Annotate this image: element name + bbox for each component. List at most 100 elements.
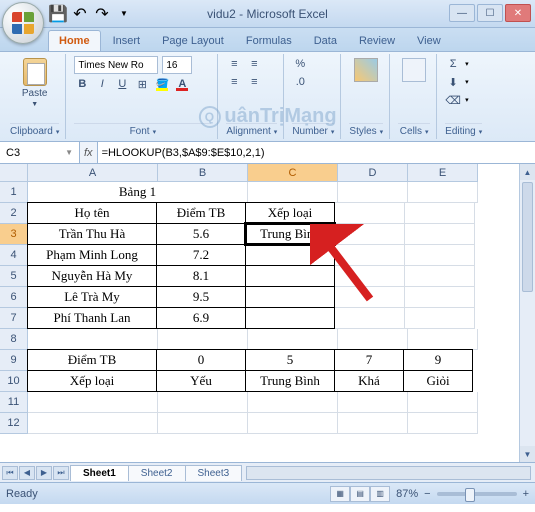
align-center-icon[interactable]: ≡: [246, 74, 262, 90]
row-header-10[interactable]: 10: [0, 371, 28, 392]
cell[interactable]: [335, 245, 405, 266]
cell[interactable]: 6.9: [156, 307, 246, 329]
formula-input[interactable]: =HLOOKUP(B3,$A$9:$E$10,2,1): [98, 142, 535, 163]
cell[interactable]: [248, 413, 338, 434]
tab-home[interactable]: Home: [48, 30, 101, 51]
align-top-icon[interactable]: ≡: [226, 56, 242, 72]
percent-icon[interactable]: %: [292, 56, 308, 72]
cell[interactable]: [158, 329, 248, 350]
cell[interactable]: [405, 245, 475, 266]
name-box[interactable]: C3 ▼: [0, 142, 80, 163]
row-header-9[interactable]: 9: [0, 350, 28, 371]
cell[interactable]: Yếu: [156, 370, 246, 392]
cell[interactable]: Giỏi: [403, 370, 473, 392]
undo-icon[interactable]: ↶: [72, 6, 88, 22]
cell[interactable]: Lê Trà My: [27, 286, 157, 308]
font-size-input[interactable]: [162, 56, 192, 74]
sheet-tab-2[interactable]: Sheet2: [128, 465, 186, 481]
scroll-up-icon[interactable]: ▲: [520, 164, 535, 180]
minimize-button[interactable]: —: [449, 4, 475, 22]
cells-button[interactable]: [398, 56, 430, 84]
column-header-D[interactable]: D: [338, 164, 408, 182]
font-name-input[interactable]: [74, 56, 158, 74]
scroll-thumb[interactable]: [522, 182, 533, 292]
cell[interactable]: Nguyễn Hà My: [27, 265, 157, 287]
maximize-button[interactable]: ☐: [477, 4, 503, 22]
cell[interactable]: Khá: [334, 370, 404, 392]
tab-view[interactable]: View: [407, 31, 451, 51]
tab-data[interactable]: Data: [304, 31, 347, 51]
cell[interactable]: [248, 392, 338, 413]
sheet-nav-last-icon[interactable]: ⏭: [53, 466, 69, 480]
cell[interactable]: [248, 182, 338, 203]
cell[interactable]: Phí Thanh Lan: [27, 307, 157, 329]
tab-insert[interactable]: Insert: [103, 31, 151, 51]
cell[interactable]: [408, 392, 478, 413]
paste-button[interactable]: Paste ▼: [10, 56, 59, 110]
column-header-E[interactable]: E: [408, 164, 478, 182]
cell[interactable]: [405, 308, 475, 329]
cell[interactable]: [245, 244, 335, 266]
cell[interactable]: [405, 224, 475, 245]
column-header-C[interactable]: C: [248, 164, 338, 182]
cell[interactable]: 0: [156, 349, 246, 371]
sheet-tab-1[interactable]: Sheet1: [70, 465, 129, 481]
cell[interactable]: [405, 203, 475, 224]
zoom-in-icon[interactable]: +: [523, 488, 529, 500]
row-header-4[interactable]: 4: [0, 245, 28, 266]
cell[interactable]: 7.2: [156, 244, 246, 266]
clear-icon[interactable]: ⌫: [445, 92, 461, 108]
cell[interactable]: [158, 413, 248, 434]
row-header-5[interactable]: 5: [0, 266, 28, 287]
redo-icon[interactable]: ↷: [94, 6, 110, 22]
cell[interactable]: Xếp loại: [245, 202, 335, 224]
cell[interactable]: Xếp loại: [27, 370, 157, 392]
cell[interactable]: [338, 392, 408, 413]
cell[interactable]: 9: [403, 349, 473, 371]
cell[interactable]: [28, 329, 158, 350]
cell[interactable]: [405, 287, 475, 308]
cell[interactable]: [408, 413, 478, 434]
border-button[interactable]: ⊞: [134, 76, 150, 92]
cell[interactable]: [338, 413, 408, 434]
row-header-6[interactable]: 6: [0, 287, 28, 308]
italic-button[interactable]: I: [94, 76, 110, 92]
column-header-A[interactable]: A: [28, 164, 158, 182]
row-header-3[interactable]: 3: [0, 224, 28, 245]
bold-button[interactable]: B: [74, 76, 90, 92]
zoom-out-icon[interactable]: −: [424, 488, 430, 500]
autosum-icon[interactable]: Σ: [445, 56, 461, 72]
view-normal-icon[interactable]: ▦: [330, 486, 350, 502]
column-header-B[interactable]: B: [158, 164, 248, 182]
align-middle-icon[interactable]: ≡: [246, 56, 262, 72]
vertical-scrollbar[interactable]: ▲ ▼: [519, 164, 535, 462]
cell[interactable]: 5.6: [156, 223, 246, 245]
cell[interactable]: [405, 266, 475, 287]
cell[interactable]: Điểm TB: [156, 202, 246, 224]
office-button[interactable]: [2, 2, 44, 44]
horizontal-scrollbar[interactable]: [246, 466, 531, 480]
zoom-slider[interactable]: [437, 492, 517, 496]
select-all-corner[interactable]: [0, 164, 28, 182]
cell[interactable]: 8.1: [156, 265, 246, 287]
cell[interactable]: [245, 265, 335, 287]
cell[interactable]: [28, 413, 158, 434]
cell[interactable]: Điểm TB: [27, 349, 157, 371]
cell[interactable]: Trần Thu Hà: [27, 223, 157, 245]
view-break-icon[interactable]: ▥: [370, 486, 390, 502]
cell[interactable]: 9.5: [156, 286, 246, 308]
fill-icon[interactable]: ⬇: [445, 74, 461, 90]
cell[interactable]: Bảng 1: [28, 182, 248, 203]
decimal-icon[interactable]: .0: [292, 74, 308, 90]
cell[interactable]: Họ tên: [27, 202, 157, 224]
cell[interactable]: [335, 308, 405, 329]
cell[interactable]: Trung Bình: [245, 370, 335, 392]
sheet-tab-3[interactable]: Sheet3: [185, 465, 243, 481]
cell[interactable]: 5: [245, 349, 335, 371]
cell[interactable]: Phạm Minh Long: [27, 244, 157, 266]
tab-review[interactable]: Review: [349, 31, 405, 51]
row-header-1[interactable]: 1: [0, 182, 28, 203]
row-header-8[interactable]: 8: [0, 329, 28, 350]
cell[interactable]: [408, 182, 478, 203]
cell[interactable]: [28, 392, 158, 413]
